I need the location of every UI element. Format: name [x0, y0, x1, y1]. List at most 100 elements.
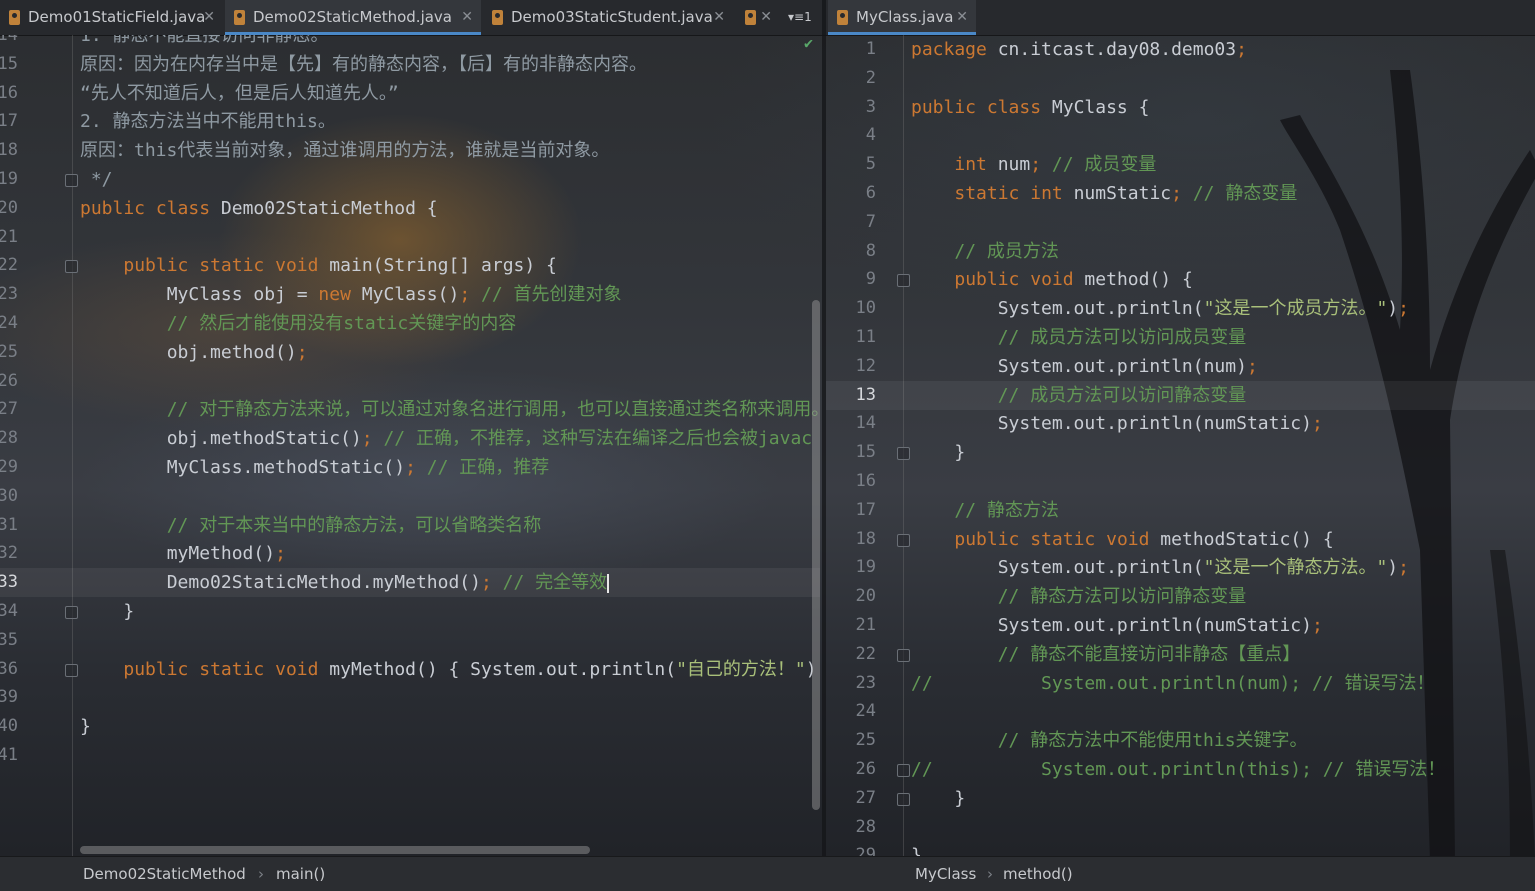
code-line[interactable]: 17 // 静态方法 — [826, 496, 1535, 525]
close-icon[interactable]: ✕ — [203, 0, 215, 35]
code-line[interactable]: 31 // 对于本来当中的静态方法，可以省略类名称 — [0, 511, 820, 540]
code-line[interactable]: 6 static int numStatic; // 静态变量 — [826, 179, 1535, 208]
close-icon[interactable]: ✕ — [713, 0, 725, 35]
code-line[interactable]: 24 — [826, 697, 1535, 726]
close-icon[interactable]: ✕ — [461, 0, 473, 35]
line-number: 19 — [855, 557, 876, 578]
fold-icon[interactable] — [65, 663, 78, 677]
code-line[interactable]: 22 // 静态不能直接访问非静态【重点】 — [826, 640, 1535, 669]
code-line[interactable]: 29 MyClass.methodStatic(); // 正确，推荐 — [0, 453, 820, 482]
code-line[interactable]: 3 public class MyClass { — [826, 93, 1535, 122]
code-line[interactable]: 20 public class Demo02StaticMethod { — [0, 194, 820, 223]
code-line[interactable]: 23 MyClass obj = new MyClass(); // 首先创建对… — [0, 280, 820, 309]
code-line[interactable]: 14 System.out.println(numStatic); — [826, 409, 1535, 438]
code-line[interactable]: 20 // 静态方法可以访问静态变量 — [826, 582, 1535, 611]
java-file-icon — [9, 10, 20, 25]
breadcrumb-class[interactable]: MyClass — [915, 857, 976, 891]
code-line[interactable]: 39 — [0, 683, 820, 712]
code-line[interactable]: 11 // 成员方法可以访问成员变量 — [826, 323, 1535, 352]
close-icon[interactable]: ✕ — [956, 0, 968, 35]
code-line[interactable]: 28 — [826, 813, 1535, 842]
code-line[interactable]: 23 // System.out.println(num); // 错误写法！ — [826, 669, 1535, 698]
close-icon[interactable]: ✕ — [760, 0, 772, 35]
tab-demo03[interactable]: Demo03StaticStudent.java ✕ — [483, 0, 733, 35]
tab-myclass[interactable]: MyClass.java ✕ — [828, 0, 976, 35]
fold-icon[interactable] — [65, 174, 78, 187]
code-line[interactable]: 26 // System.out.println(this); // 错误写法！ — [826, 755, 1535, 784]
code-line[interactable]: 22 public static void main(String[] args… — [0, 251, 820, 280]
code-line[interactable]: 4 — [826, 121, 1535, 150]
code-line[interactable]: 27 // 对于静态方法来说，可以通过对象名进行调用，也可以直接通过类名称来调用… — [0, 395, 820, 424]
tab-demo01[interactable]: Demo01StaticField.java ✕ — [0, 0, 223, 35]
breadcrumb-bar: Demo02StaticMethod › main() MyClass › me… — [0, 856, 1535, 891]
breadcrumb-method[interactable]: method() — [1003, 857, 1073, 891]
code-line[interactable]: 21 — [0, 223, 820, 252]
code-line[interactable]: 17 2. 静态方法当中不能用this。 — [0, 107, 820, 136]
fold-icon[interactable] — [897, 447, 910, 461]
code-line[interactable]: 27 } — [826, 784, 1535, 813]
fold-icon[interactable] — [897, 764, 910, 777]
breadcrumb-class[interactable]: Demo02StaticMethod — [83, 857, 246, 891]
code-text: // 成员方法可以访问静态变量 — [997, 384, 1247, 406]
code-line[interactable]: 8 // 成员方法 — [826, 237, 1535, 266]
code-line[interactable]: 25 obj.method(); — [0, 338, 820, 367]
code-line[interactable]: 41 — [0, 741, 820, 770]
code-line[interactable]: 28 obj.methodStatic(); // 正确，不推荐，这种写法在编译… — [0, 424, 820, 453]
line-number: 24 — [855, 701, 876, 722]
fold-icon[interactable] — [897, 533, 910, 547]
code-line[interactable]: 19 */ — [0, 165, 820, 194]
vertical-scrollbar[interactable] — [812, 300, 820, 810]
code-line[interactable]: 12 System.out.println(num); — [826, 352, 1535, 381]
code-line[interactable]: 15 } — [826, 438, 1535, 467]
code-text: myMethod(); — [80, 543, 286, 565]
code-line[interactable]: 33 Demo02StaticMethod.myMethod(); // 完全等… — [0, 568, 820, 598]
code-line[interactable]: 18 原因：this代表当前对象，通过谁调用的方法，谁就是当前对象。 — [0, 136, 820, 165]
line-number: 15 — [855, 442, 876, 463]
code-line[interactable]: 16 — [826, 467, 1535, 496]
code-line[interactable]: 26 — [0, 367, 820, 396]
right-editor[interactable]: 1 package cn.itcast.day08.demo03; 2 3 public… — [826, 35, 1535, 857]
line-number: 17 — [0, 111, 18, 132]
code-line[interactable]: 29} — [826, 841, 1535, 857]
code-line[interactable]: 7 — [826, 208, 1535, 237]
code-line[interactable]: 21 System.out.println(numStatic); — [826, 611, 1535, 640]
code-line[interactable]: 36 public static void myMethod() { Syste… — [0, 655, 820, 684]
horizontal-scrollbar[interactable] — [80, 846, 590, 854]
code-line[interactable]: 18 public static void methodStatic() { — [826, 525, 1535, 554]
fold-icon[interactable] — [897, 648, 910, 662]
code-text: System.out.println(numStatic); — [911, 413, 1323, 435]
tab-collapsed[interactable]: ✕ — [736, 0, 780, 35]
code-text: “先人不知道后人，但是后人知道先人。” — [80, 82, 399, 104]
code-line[interactable]: 15 原因：因为在内存当中是【先】有的静态内容，【后】有的非静态内容。 — [0, 50, 820, 79]
fold-icon[interactable] — [897, 274, 910, 288]
code-line[interactable]: 40} — [0, 712, 820, 741]
tab-demo02[interactable]: Demo02StaticMethod.java ✕ — [225, 0, 481, 35]
code-text: } — [911, 442, 966, 464]
code-line[interactable]: 13 // 成员方法可以访问静态变量 — [826, 380, 1535, 410]
code-text: } — [80, 716, 91, 738]
code-line[interactable]: 5 int num; // 成员变量 — [826, 150, 1535, 179]
code-line[interactable]: 14 1. 静态不能直接访问非静态。 — [0, 35, 820, 50]
code-line[interactable]: 16 “先人不知道后人，但是后人知道先人。” — [0, 79, 820, 108]
code-line[interactable]: 19 System.out.println("这是一个静态方法。"); — [826, 553, 1535, 582]
code-line[interactable]: 25 // 静态方法中不能使用this关键字。 — [826, 726, 1535, 755]
line-number: 23 — [855, 672, 876, 693]
tab-overflow-menu[interactable]: ▾≡1 — [788, 0, 812, 35]
breadcrumb-method[interactable]: main() — [276, 857, 325, 891]
fold-icon[interactable] — [65, 260, 78, 274]
code-line[interactable]: 32 myMethod(); — [0, 539, 820, 568]
code-line[interactable]: 24 // 然后才能使用没有static关键字的内容 — [0, 309, 820, 338]
code-line[interactable]: 35 — [0, 626, 820, 655]
left-editor[interactable]: 14 1. 静态不能直接访问非静态。 15 原因：因为在内存当中是【先】有的静态内容，… — [0, 35, 820, 857]
code-line[interactable]: 30 — [0, 482, 820, 511]
code-line[interactable]: 2 — [826, 64, 1535, 93]
code-line[interactable]: 1 package cn.itcast.day08.demo03; — [826, 35, 1535, 64]
fold-icon[interactable] — [897, 792, 910, 806]
code-text: public class Demo02StaticMethod { — [80, 197, 438, 219]
line-number: 13 — [855, 384, 876, 405]
code-line[interactable]: 10 System.out.println("这是一个成员方法。"); — [826, 294, 1535, 323]
code-line[interactable]: 9 public void method() { — [826, 265, 1535, 294]
fold-icon[interactable] — [65, 606, 78, 619]
code-line[interactable]: 34 } — [0, 597, 820, 626]
code-text: public void method() { — [954, 269, 1193, 291]
